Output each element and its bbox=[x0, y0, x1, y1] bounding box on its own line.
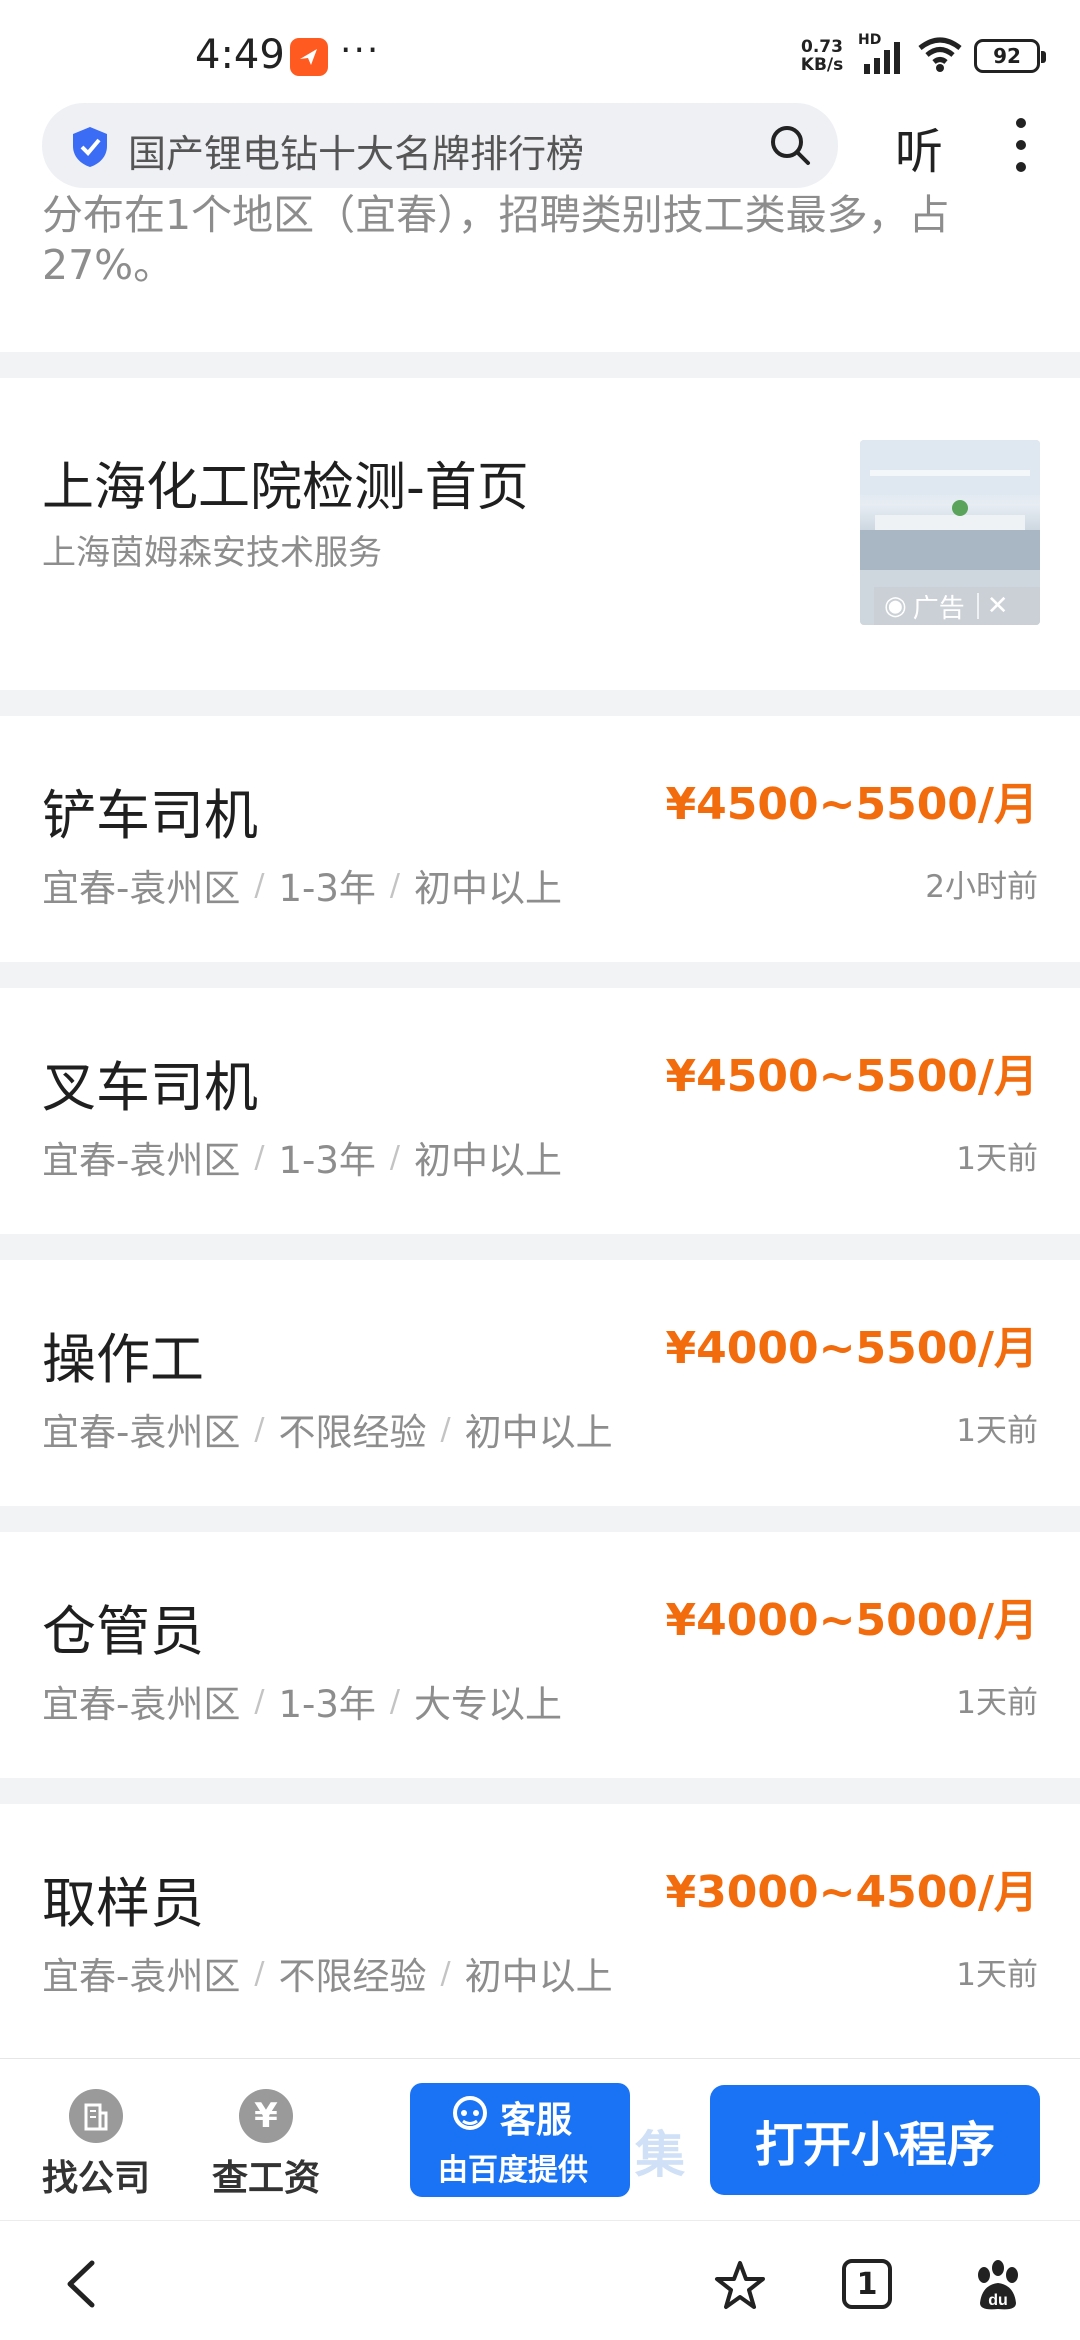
signal-icon: HD bbox=[858, 32, 906, 76]
section-divider bbox=[0, 1234, 1080, 1260]
ad-card[interactable]: 上海化工院检测-首页 上海茵姆森安技术服务 ◉ 广告 ✕ bbox=[0, 380, 1080, 690]
job-salary: ¥4500~5500/月 bbox=[665, 1051, 1038, 1102]
job-title[interactable]: 叉车司机 bbox=[42, 1043, 258, 1122]
section-divider bbox=[0, 352, 1080, 378]
section-divider bbox=[0, 690, 1080, 716]
listen-button[interactable]: 听 bbox=[895, 112, 943, 182]
job-salary: ¥4000~5000/月 bbox=[665, 1595, 1038, 1646]
job-posted-time: 1天前 bbox=[956, 1141, 1038, 1177]
customer-service-button[interactable]: 客服 由百度提供 bbox=[410, 2083, 630, 2197]
job-salary: ¥4500~5500/月 bbox=[665, 779, 1038, 830]
app-notification-icon bbox=[290, 38, 328, 76]
collect-label: 集 bbox=[635, 2126, 685, 2184]
job-meta: 宜春-袁州区/ 1-3年 / 初中以上 bbox=[42, 867, 563, 910]
status-more-icon: ··· bbox=[340, 30, 381, 71]
service-agent-icon bbox=[450, 2093, 490, 2142]
yen-icon: ¥ bbox=[239, 2089, 293, 2143]
check-salary-button[interactable]: ¥ 查工资 bbox=[212, 2089, 320, 2201]
status-indicators: 0.73 KB/s HD 92 bbox=[796, 32, 1046, 78]
search-input[interactable]: 国产锂电钻十大名牌排行榜 bbox=[128, 123, 584, 178]
star-icon[interactable] bbox=[712, 2259, 768, 2317]
job-meta: 宜春-袁州区/ 1-3年 / 初中以上 bbox=[42, 1139, 563, 1182]
job-card[interactable]: 取样员 ¥3000~4500/月 宜春-袁州区 / 不限经验 / 初中以上 1天前 bbox=[0, 1804, 1080, 2050]
job-salary: ¥4000~5500/月 bbox=[665, 1323, 1038, 1374]
ad-close-icon[interactable]: ✕ bbox=[987, 591, 1009, 621]
job-title[interactable]: 取样员 bbox=[42, 1859, 204, 1938]
section-divider bbox=[0, 962, 1080, 988]
summary-text: 分布在1个地区（宜春），招聘类别技工类最多，占27%。 bbox=[42, 191, 950, 289]
ad-badge: ◉ 广告 ✕ bbox=[874, 587, 1040, 625]
find-company-button[interactable]: 找公司 bbox=[42, 2089, 150, 2201]
job-meta: 宜春-袁州区 / 不限经验 / 初中以上 bbox=[42, 1411, 613, 1454]
job-card[interactable]: 操作工 ¥4000~5500/月 宜春-袁州区 / 不限经验 / 初中以上 1天前 bbox=[0, 1260, 1080, 1506]
status-bar: 4:49 ··· 0.73 KB/s HD 92 bbox=[0, 0, 1080, 110]
tabs-icon[interactable]: 1 bbox=[842, 2259, 892, 2309]
job-posted-time: 1天前 bbox=[956, 1685, 1038, 1721]
job-title[interactable]: 仓管员 bbox=[42, 1587, 204, 1666]
job-salary: ¥3000~4500/月 bbox=[665, 1867, 1038, 1918]
search-icon[interactable] bbox=[768, 123, 812, 171]
open-miniapp-button[interactable]: 打开小程序 bbox=[710, 2085, 1040, 2195]
network-speed: 0.73 KB/s bbox=[800, 37, 844, 75]
building-icon bbox=[69, 2089, 123, 2143]
wifi-icon bbox=[916, 34, 964, 78]
browser-nav-bar: 1 du bbox=[0, 2220, 1080, 2340]
shield-icon bbox=[70, 125, 110, 173]
battery-icon: 92 bbox=[974, 39, 1046, 73]
job-card[interactable]: 仓管员 ¥4000~5000/月 宜春-袁州区/ 1-3年 / 大专以上 1天前 bbox=[0, 1532, 1080, 1778]
action-bar: 找公司 ¥ 查工资 客服 由百度提供 集 打开小程序 bbox=[0, 2058, 1080, 2220]
svg-text:du: du bbox=[988, 2292, 1008, 2309]
section-divider bbox=[0, 1506, 1080, 1532]
more-menu-icon[interactable] bbox=[1010, 118, 1032, 174]
job-title[interactable]: 操作工 bbox=[42, 1315, 204, 1394]
job-card[interactable]: 叉车司机 ¥4500~5500/月 宜春-袁州区/ 1-3年 / 初中以上 1天前 bbox=[0, 988, 1080, 1234]
job-meta: 宜春-袁州区/ 1-3年 / 大专以上 bbox=[42, 1683, 563, 1726]
section-divider bbox=[0, 1778, 1080, 1804]
ad-eye-icon: ◉ bbox=[884, 591, 907, 621]
job-posted-time: 1天前 bbox=[956, 1413, 1038, 1449]
job-posted-time: 2小时前 bbox=[925, 869, 1038, 905]
ad-title[interactable]: 上海化工院检测-首页 bbox=[42, 445, 529, 520]
baidu-paw-icon[interactable]: du bbox=[970, 2259, 1026, 2317]
job-title[interactable]: 铲车司机 bbox=[42, 771, 258, 850]
ad-image[interactable]: ◉ 广告 ✕ bbox=[860, 440, 1040, 625]
job-posted-time: 1天前 bbox=[956, 1957, 1038, 1993]
job-card[interactable]: 铲车司机 ¥4500~5500/月 宜春-袁州区/ 1-3年 / 初中以上 2小时… bbox=[0, 716, 1080, 962]
status-time: 4:49 bbox=[195, 32, 285, 78]
ad-subtitle: 上海茵姆森安技术服务 bbox=[42, 533, 382, 573]
back-icon[interactable] bbox=[62, 2259, 102, 2313]
search-bar[interactable]: 国产锂电钻十大名牌排行榜 bbox=[42, 103, 838, 188]
job-meta: 宜春-袁州区 / 不限经验 / 初中以上 bbox=[42, 1955, 613, 1998]
